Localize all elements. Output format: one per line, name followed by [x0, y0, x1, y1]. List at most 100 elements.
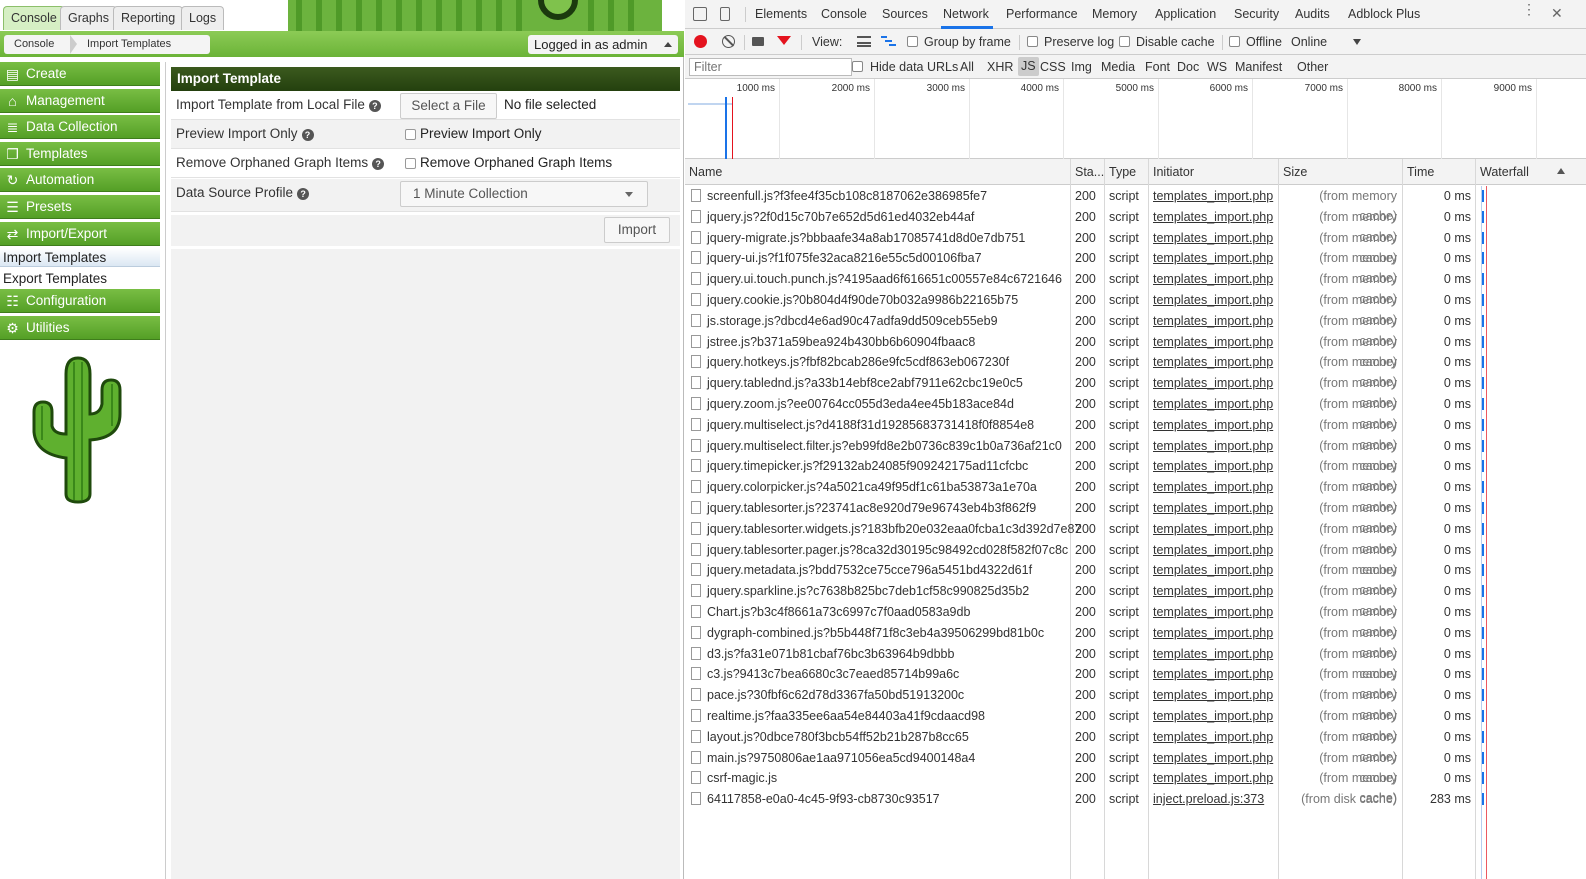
filter-media[interactable]: Media — [1101, 60, 1135, 74]
filter-input[interactable] — [689, 58, 852, 76]
filter-css[interactable]: CSS — [1040, 60, 1066, 74]
menu-automation[interactable]: ↻ Automation — [0, 168, 160, 192]
waterfall-view-icon[interactable] — [881, 36, 896, 47]
table-row[interactable]: jquery.zoom.js?ee00764cc055d3eda4ee45b18… — [685, 394, 1586, 431]
table-row[interactable]: 64117858-e0a0-4c45-9f93-cb8730c93517 200 s… — [685, 789, 1586, 810]
request-name[interactable]: d3.js?fa31e071b81cbaf76bc3b63964b9dbbb — [707, 644, 954, 664]
request-initiator-link[interactable]: templates_import.php — [1153, 415, 1273, 435]
request-initiator-link[interactable]: templates_import.php — [1153, 248, 1273, 268]
offline-label[interactable]: Offline — [1246, 35, 1282, 49]
breadcrumb-import-templates[interactable]: Import Templates — [87, 35, 171, 54]
request-name[interactable]: jquery-ui.js?f1f075fe32aca8216e55c5d0010… — [707, 248, 982, 268]
menu-templates[interactable]: ❐ Templates — [0, 142, 160, 166]
col-type[interactable]: Type — [1109, 165, 1136, 179]
table-row[interactable]: main.js?9750806ae1aa971056ea5cd9400148a4… — [685, 748, 1586, 785]
filter-other[interactable]: Other — [1297, 60, 1328, 74]
request-initiator-link[interactable]: templates_import.php — [1153, 560, 1273, 580]
orphan-checkbox-label[interactable]: Remove Orphaned Graph Items — [420, 155, 612, 170]
table-row[interactable]: pace.js?30fbf6c62d78d3367fa50bd51913200c… — [685, 685, 1586, 722]
request-initiator-link[interactable]: templates_import.php — [1153, 581, 1273, 601]
help-icon[interactable]: ? — [301, 129, 314, 141]
request-name[interactable]: jquery.zoom.js?ee00764cc055d3eda4ee45b18… — [707, 394, 1014, 414]
tab-console[interactable]: Console — [3, 6, 65, 30]
request-initiator-link[interactable]: templates_import.php — [1153, 498, 1273, 518]
col-size[interactable]: Size — [1283, 165, 1307, 179]
request-name[interactable]: c3.js?9413c7bea6680c3c7eaed85714b99a6c — [707, 664, 959, 684]
request-initiator-link[interactable]: templates_import.php — [1153, 519, 1273, 539]
table-row[interactable]: jquery.multiselect.js?d4188f31d192856837… — [685, 415, 1586, 452]
select-file-button[interactable]: Select a File — [400, 93, 497, 119]
table-row[interactable]: jquery.metadata.js?bdd7532ce75cce796a545… — [685, 560, 1586, 597]
tab-network[interactable]: Network — [943, 7, 989, 21]
request-name[interactable]: jquery.metadata.js?bdd7532ce75cce796a545… — [707, 560, 1032, 580]
profile-select[interactable]: 1 Minute Collection — [400, 181, 648, 207]
request-initiator-link[interactable]: templates_import.php — [1153, 623, 1273, 643]
more-options-icon[interactable]: ⋮ — [1522, 2, 1536, 16]
orphan-checkbox[interactable] — [405, 158, 416, 169]
filter-icon[interactable] — [777, 36, 791, 45]
tab-memory[interactable]: Memory — [1092, 7, 1137, 21]
help-icon[interactable]: ? — [368, 100, 381, 112]
request-name[interactable]: jquery.multiselect.js?d4188f31d192856837… — [707, 415, 1034, 435]
col-time[interactable]: Time — [1407, 165, 1434, 179]
menu-management[interactable]: ⌂ Management — [0, 89, 160, 113]
request-name[interactable]: jquery.tablesorter.widgets.js?183bfb20e0… — [707, 519, 1081, 539]
request-name[interactable]: jquery-migrate.js?bbbaafe34a8ab17085741d… — [707, 228, 1025, 248]
menu-configuration[interactable]: ☷ Configuration — [0, 289, 160, 313]
tab-audits[interactable]: Audits — [1295, 7, 1330, 21]
preserve-log-label[interactable]: Preserve log — [1044, 35, 1114, 49]
request-initiator-link[interactable]: templates_import.php — [1153, 768, 1273, 788]
table-row[interactable]: c3.js?9413c7bea6680c3c7eaed85714b99a6c 20… — [685, 664, 1586, 701]
timeline-overview[interactable]: 1000 ms 2000 ms 3000 ms 4000 ms 5000 ms … — [685, 79, 1586, 159]
request-initiator-link[interactable]: templates_import.php — [1153, 664, 1273, 684]
tab-graphs[interactable]: Graphs — [60, 6, 117, 30]
breadcrumb-console[interactable]: Console — [14, 35, 54, 54]
request-name[interactable]: jquery.tablesorter.js?23741ac8e920d79e96… — [707, 498, 1036, 518]
table-row[interactable]: jquery.js?2f0d15c70b7e652d5d61ed4032eb44… — [685, 207, 1586, 244]
tab-adblock-plus[interactable]: Adblock Plus — [1348, 7, 1420, 21]
table-row[interactable]: jquery.tablednd.js?a33b14ebf8ce2abf7911e… — [685, 373, 1586, 410]
table-row[interactable]: jquery.multiselect.filter.js?eb99fd8e2b0… — [685, 436, 1586, 473]
offline-checkbox[interactable] — [1229, 36, 1240, 47]
request-name[interactable]: jquery.cookie.js?0b804d4f90de70b032a9986… — [707, 290, 1018, 310]
close-icon[interactable]: ✕ — [1551, 5, 1563, 22]
request-initiator-link[interactable]: templates_import.php — [1153, 727, 1273, 747]
throttle-select[interactable]: Online — [1291, 35, 1327, 49]
request-initiator-link[interactable]: templates_import.php — [1153, 644, 1273, 664]
table-row[interactable]: dygraph-combined.js?b5b448f71f8c3eb4a395… — [685, 623, 1586, 660]
request-name[interactable]: Chart.js?b3c4f8661a73c6997c7f0aad0583a9d… — [707, 602, 970, 622]
request-initiator-link[interactable]: inject.preload.js:373 — [1153, 789, 1264, 809]
user-menu[interactable]: Logged in as admin — [528, 35, 678, 54]
filter-ws[interactable]: WS — [1207, 60, 1227, 74]
menu-create[interactable]: ▤ Create — [0, 62, 160, 86]
request-name[interactable]: pace.js?30fbf6c62d78d3367fa50bd51913200c — [707, 685, 964, 705]
request-initiator-link[interactable]: templates_import.php — [1153, 207, 1273, 227]
request-initiator-link[interactable]: templates_import.php — [1153, 290, 1273, 310]
inspect-icon[interactable] — [693, 7, 707, 21]
preview-checkbox[interactable] — [405, 129, 416, 140]
request-initiator-link[interactable]: templates_import.php — [1153, 332, 1273, 352]
request-initiator-link[interactable]: templates_import.php — [1153, 186, 1273, 206]
table-row[interactable]: jquery.tablesorter.pager.js?8ca32d30195c… — [685, 540, 1586, 577]
request-name[interactable]: csrf-magic.js — [707, 768, 777, 788]
import-button[interactable]: Import — [604, 217, 670, 243]
request-name[interactable]: jquery.multiselect.filter.js?eb99fd8e2b0… — [707, 436, 1062, 456]
request-name[interactable]: js.storage.js?dbcd4e6ad90c47adfa9dd509ce… — [707, 311, 998, 331]
disable-cache-label[interactable]: Disable cache — [1136, 35, 1215, 49]
request-initiator-link[interactable]: templates_import.php — [1153, 352, 1273, 372]
request-initiator-link[interactable]: templates_import.php — [1153, 373, 1273, 393]
request-initiator-link[interactable]: templates_import.php — [1153, 311, 1273, 331]
request-name[interactable]: jstree.js?b371a59bea924b430bb6b60904fbaa… — [707, 332, 975, 352]
table-row[interactable]: jquery.timepicker.js?f29132ab24085f90924… — [685, 456, 1586, 493]
table-row[interactable]: csrf-magic.js 200 script templates_import.p… — [685, 768, 1586, 805]
table-row[interactable]: jquery.hotkeys.js?fbf82bcab286e9fc5cdf86… — [685, 352, 1586, 389]
request-name[interactable]: jquery.tablesorter.pager.js?8ca32d30195c… — [707, 540, 1068, 560]
filter-img[interactable]: Img — [1071, 60, 1092, 74]
tab-reporting[interactable]: Reporting — [113, 6, 184, 30]
filter-all[interactable]: All — [960, 60, 974, 74]
request-name[interactable]: screenfull.js?f3fee4f35cb108c8187062e386… — [707, 186, 987, 206]
table-row[interactable]: jquery.ui.touch.punch.js?4195aad6f616651… — [685, 269, 1586, 306]
request-initiator-link[interactable]: templates_import.php — [1153, 540, 1273, 560]
group-by-frame-checkbox[interactable] — [907, 36, 918, 47]
clear-icon[interactable] — [722, 35, 735, 48]
